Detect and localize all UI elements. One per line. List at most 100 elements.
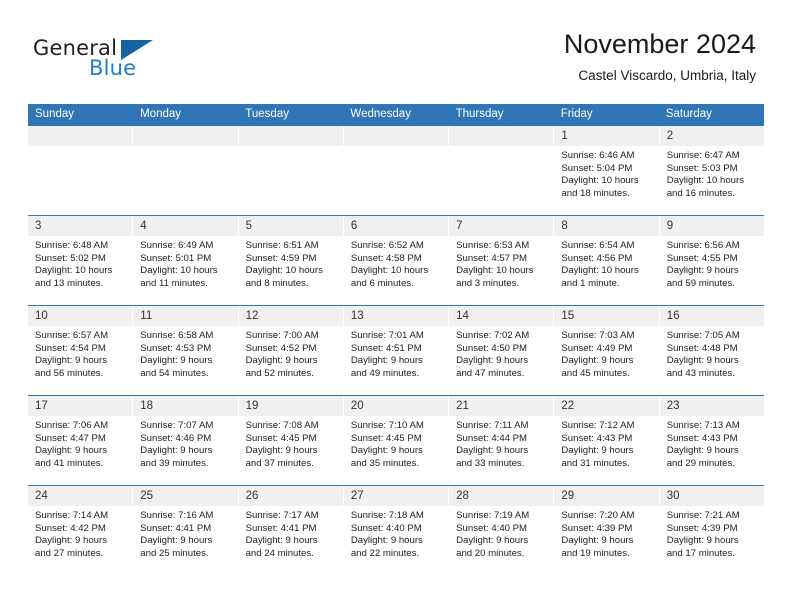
day-cell-15[interactable]: 15 Sunrise: 7:03 AM Sunset: 4:49 PM Dayl… [553, 306, 659, 395]
day-number: 26 [238, 486, 343, 506]
day-cell-24[interactable]: 24 Sunrise: 7:14 AM Sunset: 4:42 PM Dayl… [28, 486, 133, 575]
daylight-line-2: and 39 minutes. [140, 457, 209, 469]
day-number: 28 [449, 486, 554, 506]
sunset-line: Sunset: 4:50 PM [456, 342, 528, 354]
sunrise-line: Sunrise: 7:00 AM [245, 330, 319, 341]
day-cell-10[interactable]: 10 Sunrise: 6:57 AM Sunset: 4:54 PM Dayl… [28, 306, 133, 395]
day-info: Sunrise: 7:14 AM Sunset: 4:42 PM Dayligh… [28, 506, 133, 575]
day-cell-9[interactable]: 9 Sunrise: 6:56 AM Sunset: 4:55 PM Dayli… [658, 216, 764, 305]
sunset-line: Sunset: 4:40 PM [350, 522, 422, 534]
weekday-saturday: Saturday [665, 108, 712, 120]
day-number: 5 [238, 216, 343, 236]
day-info [238, 146, 343, 215]
day-cell-2[interactable]: 2 Sunrise: 6:47 AM Sunset: 5:03 PM Dayli… [658, 126, 764, 215]
day-cell-19[interactable]: 19 Sunrise: 7:08 AM Sunset: 4:45 PM Dayl… [237, 396, 343, 485]
sunrise-line: Sunrise: 7:14 AM [35, 510, 109, 521]
day-cell-25[interactable]: 25 Sunrise: 7:16 AM Sunset: 4:41 PM Dayl… [132, 486, 238, 575]
day-cell-11[interactable]: 11 Sunrise: 6:58 AM Sunset: 4:53 PM Dayl… [132, 306, 238, 395]
day-number: 12 [238, 306, 343, 326]
daylight-line-2: and 54 minutes. [140, 367, 209, 379]
day-info: Sunrise: 6:48 AM Sunset: 5:02 PM Dayligh… [28, 236, 133, 305]
weekday-header-row: Sunday Monday Tuesday Wednesday Thursday… [28, 104, 764, 125]
day-number: 25 [133, 486, 238, 506]
day-info: Sunrise: 7:11 AM Sunset: 4:44 PM Dayligh… [449, 416, 554, 485]
daylight-line-2: and 45 minutes. [561, 367, 630, 379]
sunset-line: Sunset: 4:43 PM [561, 432, 633, 444]
day-info [133, 146, 238, 215]
day-info [28, 146, 133, 215]
day-cell-23[interactable]: 23 Sunrise: 7:13 AM Sunset: 4:43 PM Dayl… [658, 396, 764, 485]
day-cell-5[interactable]: 5 Sunrise: 6:51 AM Sunset: 4:59 PM Dayli… [237, 216, 343, 305]
day-number [238, 126, 343, 146]
day-cell-20[interactable]: 20 Sunrise: 7:10 AM Sunset: 4:45 PM Dayl… [342, 396, 449, 485]
day-cell-8[interactable]: 8 Sunrise: 6:54 AM Sunset: 4:56 PM Dayli… [553, 216, 659, 305]
day-cell-6[interactable]: 6 Sunrise: 6:52 AM Sunset: 4:58 PM Dayli… [342, 216, 449, 305]
sunset-line: Sunset: 4:52 PM [245, 342, 317, 354]
daylight-line-1: Daylight: 9 hours [35, 355, 107, 367]
day-cell-4[interactable]: 4 Sunrise: 6:49 AM Sunset: 5:01 PM Dayli… [132, 216, 238, 305]
daylight-line-2: and 33 minutes. [456, 457, 525, 469]
day-info: Sunrise: 7:01 AM Sunset: 4:51 PM Dayligh… [343, 326, 449, 395]
daylight-line-1: Daylight: 9 hours [561, 445, 634, 457]
sunset-line: Sunset: 5:03 PM [666, 162, 738, 174]
daylight-line-1: Daylight: 9 hours [140, 355, 213, 367]
day-cell-29[interactable]: 29 Sunrise: 7:20 AM Sunset: 4:39 PM Dayl… [553, 486, 659, 575]
day-cell-13[interactable]: 13 Sunrise: 7:01 AM Sunset: 4:51 PM Dayl… [342, 306, 449, 395]
sunset-line: Sunset: 5:04 PM [561, 162, 633, 174]
weekday-thursday: Thursday [455, 108, 504, 120]
day-cell-26[interactable]: 26 Sunrise: 7:17 AM Sunset: 4:41 PM Dayl… [237, 486, 343, 575]
day-number: 9 [659, 216, 764, 236]
day-number: 19 [238, 396, 343, 416]
day-cell-17[interactable]: 17 Sunrise: 7:06 AM Sunset: 4:47 PM Dayl… [28, 396, 133, 485]
calendar-page: General Blue November 2024 Castel Viscar… [0, 0, 792, 612]
daylight-line-2: and 49 minutes. [350, 367, 420, 379]
daylight-line-1: Daylight: 10 hours [561, 175, 639, 187]
sunrise-line: Sunrise: 7:07 AM [140, 420, 214, 431]
daylight-line-1: Daylight: 10 hours [456, 265, 534, 277]
day-number: 8 [554, 216, 659, 236]
day-info: Sunrise: 6:47 AM Sunset: 5:03 PM Dayligh… [659, 146, 764, 215]
week-row: 17 Sunrise: 7:06 AM Sunset: 4:47 PM Dayl… [28, 395, 764, 485]
day-number: 15 [554, 306, 659, 326]
daylight-line-2: and 20 minutes. [456, 547, 525, 559]
day-info: Sunrise: 7:08 AM Sunset: 4:45 PM Dayligh… [238, 416, 343, 485]
day-cell-16[interactable]: 16 Sunrise: 7:05 AM Sunset: 4:48 PM Dayl… [658, 306, 764, 395]
day-cell-7[interactable]: 7 Sunrise: 6:53 AM Sunset: 4:57 PM Dayli… [448, 216, 554, 305]
sunrise-line: Sunrise: 7:17 AM [245, 510, 319, 521]
daylight-line-1: Daylight: 9 hours [666, 445, 739, 457]
day-cell-18[interactable]: 18 Sunrise: 7:07 AM Sunset: 4:46 PM Dayl… [132, 396, 238, 485]
weekday-monday: Monday [140, 108, 182, 120]
day-cell-21[interactable]: 21 Sunrise: 7:11 AM Sunset: 4:44 PM Dayl… [448, 396, 554, 485]
daylight-line-2: and 35 minutes. [350, 457, 420, 469]
day-number: 21 [449, 396, 554, 416]
sunrise-line: Sunrise: 6:52 AM [350, 240, 424, 251]
day-cell-27[interactable]: 27 Sunrise: 7:18 AM Sunset: 4:40 PM Dayl… [342, 486, 449, 575]
sunrise-line: Sunrise: 7:13 AM [666, 420, 740, 431]
day-cell-30[interactable]: 30 Sunrise: 7:21 AM Sunset: 4:39 PM Dayl… [658, 486, 764, 575]
day-cell-22[interactable]: 22 Sunrise: 7:12 AM Sunset: 4:43 PM Dayl… [553, 396, 659, 485]
sunrise-line: Sunrise: 7:11 AM [456, 420, 529, 431]
daylight-line-2: and 29 minutes. [666, 457, 735, 469]
daylight-line-2: and 11 minutes. [140, 277, 208, 289]
sunset-line: Sunset: 4:58 PM [350, 252, 422, 264]
sunset-line: Sunset: 4:40 PM [456, 522, 528, 534]
day-cell-3[interactable]: 3 Sunrise: 6:48 AM Sunset: 5:02 PM Dayli… [28, 216, 133, 305]
day-number: 29 [554, 486, 659, 506]
day-info: Sunrise: 6:49 AM Sunset: 5:01 PM Dayligh… [133, 236, 238, 305]
day-cell-1[interactable]: 1 Sunrise: 6:46 AM Sunset: 5:04 PM Dayli… [553, 126, 659, 215]
day-cell-12[interactable]: 12 Sunrise: 7:00 AM Sunset: 4:52 PM Dayl… [237, 306, 343, 395]
day-cell-14[interactable]: 14 Sunrise: 7:02 AM Sunset: 4:50 PM Dayl… [448, 306, 554, 395]
sunset-line: Sunset: 5:02 PM [35, 252, 106, 264]
day-info: Sunrise: 7:10 AM Sunset: 4:45 PM Dayligh… [343, 416, 449, 485]
sunset-line: Sunset: 4:46 PM [140, 432, 212, 444]
sunrise-line: Sunrise: 6:51 AM [245, 240, 319, 251]
day-info: Sunrise: 6:54 AM Sunset: 4:56 PM Dayligh… [554, 236, 659, 305]
daylight-line-2: and 37 minutes. [245, 457, 314, 469]
daylight-line-2: and 13 minutes. [35, 277, 104, 289]
daylight-line-2: and 41 minutes. [35, 457, 104, 469]
daylight-line-1: Daylight: 9 hours [350, 445, 423, 457]
page-header: General Blue November 2024 Castel Viscar… [0, 0, 792, 100]
sunrise-line: Sunrise: 6:49 AM [140, 240, 214, 251]
day-cell-empty [132, 126, 238, 215]
day-cell-28[interactable]: 28 Sunrise: 7:19 AM Sunset: 4:40 PM Dayl… [448, 486, 554, 575]
